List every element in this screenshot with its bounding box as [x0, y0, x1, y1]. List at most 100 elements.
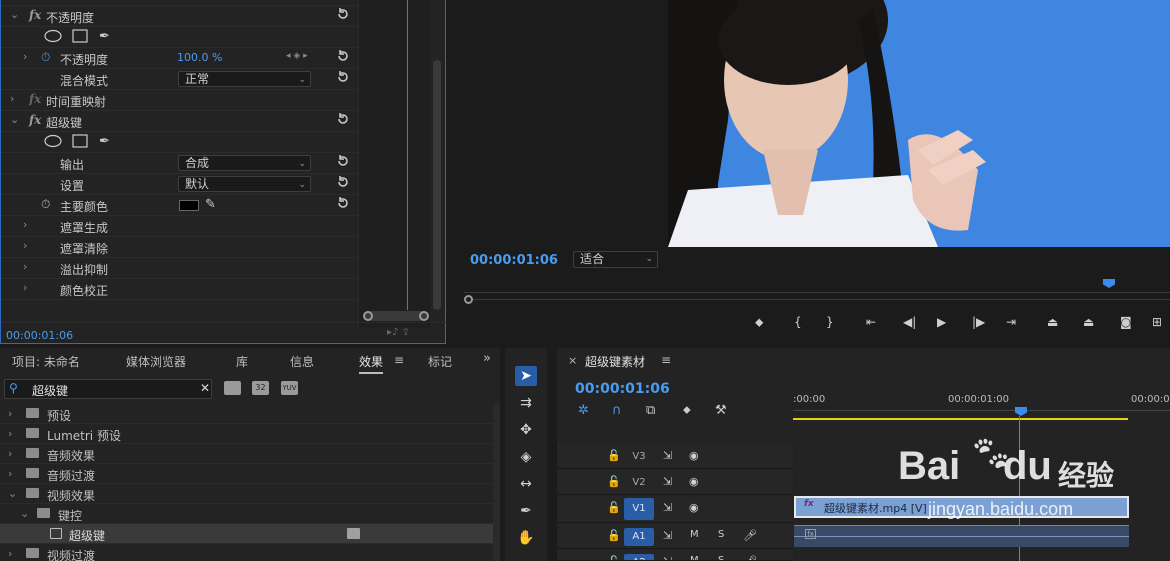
- sync-lock-icon[interactable]: ⇲: [663, 501, 672, 514]
- program-scrubber[interactable]: [464, 295, 1170, 304]
- solo-button[interactable]: S: [718, 529, 724, 540]
- audio-clip[interactable]: fx: [794, 525, 1129, 547]
- output-select[interactable]: 合成 ⌄: [178, 155, 311, 171]
- hand-tool-icon[interactable]: ✋: [515, 528, 537, 548]
- reset-icon[interactable]: [336, 112, 350, 126]
- solo-button[interactable]: S: [718, 555, 724, 560]
- sync-lock-icon[interactable]: ⇲: [663, 449, 672, 462]
- timeline-timecode[interactable]: 00:00:01:06: [575, 381, 670, 397]
- opacity-value[interactable]: 100.0 %: [177, 51, 222, 64]
- spill-suppress-row[interactable]: › 溢出抑制: [1, 258, 358, 279]
- expand-icon[interactable]: ›: [23, 281, 27, 294]
- rectangle-mask-icon[interactable]: [72, 134, 88, 148]
- microphone-icon[interactable]: 🎤︎: [743, 529, 757, 542]
- snap-icon[interactable]: ∩: [612, 403, 622, 418]
- accelerated-effects-icon[interactable]: [224, 381, 241, 395]
- nest-icon[interactable]: ✲: [578, 403, 589, 418]
- more-tabs-icon[interactable]: »: [483, 351, 491, 366]
- reset-icon[interactable]: [336, 175, 350, 189]
- add-marker-icon[interactable]: ⬥: [683, 403, 691, 417]
- color-correct-row[interactable]: › 颜色校正: [1, 279, 358, 300]
- mark-in-icon[interactable]: {: [794, 315, 802, 329]
- key-color-swatch[interactable]: [179, 200, 199, 211]
- collapse-icon[interactable]: ⌄: [10, 8, 19, 21]
- work-area-bar[interactable]: [793, 418, 1128, 420]
- ultra-key-row[interactable]: ⌄ fx 超级键: [1, 111, 358, 132]
- close-tab-icon[interactable]: ×: [568, 354, 577, 367]
- track-v2[interactable]: 🔓 V2 ⇲ ◉: [557, 470, 793, 495]
- expand-icon[interactable]: ›: [8, 547, 12, 560]
- razor-tool-icon[interactable]: ◈: [515, 447, 537, 467]
- go-to-in-icon[interactable]: ⇤: [866, 315, 876, 329]
- expand-icon[interactable]: ›: [8, 427, 12, 440]
- yuv-effects-icon[interactable]: YUV: [281, 381, 298, 395]
- expand-icon[interactable]: ›: [10, 92, 14, 105]
- lock-icon[interactable]: 🔓: [607, 529, 621, 542]
- mute-button[interactable]: M: [690, 529, 699, 540]
- blend-mode-select[interactable]: 正常 ⌄: [178, 71, 311, 87]
- tree-item-presets[interactable]: › 预设: [0, 404, 493, 424]
- tree-item-lumetri-presets[interactable]: › Lumetri 预设: [0, 424, 493, 444]
- expand-icon[interactable]: ›: [23, 50, 27, 63]
- program-timecode[interactable]: 00:00:01:06: [470, 253, 558, 268]
- pen-tool-icon[interactable]: ✒: [515, 501, 537, 521]
- scrollbar[interactable]: [433, 60, 441, 310]
- scrubber-handle[interactable]: [464, 295, 473, 304]
- step-back-icon[interactable]: ◀|: [903, 315, 916, 329]
- eyedropper-icon[interactable]: ✎: [205, 197, 216, 212]
- lock-icon[interactable]: 🔓: [607, 475, 621, 488]
- timeline-ruler[interactable]: :00:00 00:00:01:00 00:00:0: [793, 388, 1170, 420]
- tab-libraries[interactable]: 库: [236, 353, 248, 370]
- reset-icon[interactable]: [336, 196, 350, 210]
- sync-lock-icon[interactable]: ⇲: [663, 555, 672, 560]
- track-select-tool-icon[interactable]: ⇉: [515, 393, 537, 413]
- reset-icon[interactable]: [336, 70, 350, 84]
- tab-markers[interactable]: 标记: [428, 353, 452, 370]
- track-v1[interactable]: 🔓 V1 ⇲ ◉: [557, 496, 793, 523]
- tree-item-audio-effects[interactable]: › 音频效果: [0, 444, 493, 464]
- eye-icon[interactable]: ◉: [689, 475, 699, 488]
- sync-lock-icon[interactable]: ⇲: [663, 475, 672, 488]
- lock-icon[interactable]: 🔓: [607, 555, 621, 560]
- microphone-icon[interactable]: 🎤︎: [743, 555, 757, 560]
- scrollbar[interactable]: [493, 404, 500, 561]
- tree-item-ultra-key[interactable]: 超级键: [0, 524, 493, 544]
- opacity-param-row[interactable]: › ⏱ 不透明度 100.0 % ◂ ◈ ▸: [1, 48, 358, 69]
- search-input[interactable]: 超级键: [32, 382, 68, 399]
- reset-icon[interactable]: [336, 49, 350, 63]
- effect-controls-timecode[interactable]: 00:00:01:06: [6, 329, 73, 342]
- zoom-scrollbar[interactable]: [363, 311, 429, 321]
- selection-tool-icon[interactable]: ➤: [515, 366, 537, 386]
- matte-gen-row[interactable]: › 遮罩生成: [1, 216, 358, 237]
- lift-icon[interactable]: ⏏: [1047, 315, 1058, 329]
- step-forward-icon[interactable]: |▶: [972, 315, 985, 329]
- sequence-tab[interactable]: 超级键素材: [585, 353, 645, 370]
- expand-icon[interactable]: ›: [8, 447, 12, 460]
- linked-selection-icon[interactable]: ⧉: [646, 403, 655, 418]
- track-a1[interactable]: 🔓 A1 ⇲ M S 🎤︎: [557, 524, 793, 549]
- playhead-marker[interactable]: [1103, 279, 1115, 288]
- program-ruler[interactable]: [464, 279, 1170, 293]
- ellipse-mask-icon[interactable]: [44, 134, 62, 148]
- 32bit-effects-icon[interactable]: 32: [252, 381, 269, 395]
- effects-search-field[interactable]: ⚲ 超级键 ✕: [4, 379, 212, 399]
- eye-icon[interactable]: ◉: [689, 449, 699, 462]
- tree-item-keying[interactable]: ⌄ 键控: [0, 504, 493, 524]
- playhead-marker[interactable]: [1015, 407, 1027, 416]
- tree-item-audio-transitions[interactable]: › 音频过渡: [0, 464, 493, 484]
- expand-icon[interactable]: ›: [23, 260, 27, 273]
- slip-tool-icon[interactable]: ↔: [515, 474, 537, 494]
- tab-project[interactable]: 项目: 未命名: [12, 353, 80, 370]
- export-frame-icon[interactable]: ◙: [1120, 315, 1132, 329]
- tab-media-browser[interactable]: 媒体浏览器: [126, 353, 186, 370]
- tree-item-video-transitions[interactable]: › 视频过渡: [0, 544, 493, 561]
- track-v3[interactable]: 🔓 V3 ⇲ ◉: [557, 444, 793, 469]
- reset-icon[interactable]: [336, 7, 350, 21]
- video-clip[interactable]: fx 超级键素材.mp4 [V]: [794, 496, 1129, 518]
- fit-select[interactable]: 适合 ⌄: [573, 251, 658, 268]
- rectangle-mask-icon[interactable]: [72, 29, 88, 43]
- track-a2[interactable]: 🔓 A2 ⇲ M S 🎤︎: [557, 550, 793, 561]
- fx-icon[interactable]: fx: [29, 113, 41, 127]
- ripple-edit-tool-icon[interactable]: ✥: [515, 420, 537, 440]
- expand-icon[interactable]: ›: [8, 407, 12, 420]
